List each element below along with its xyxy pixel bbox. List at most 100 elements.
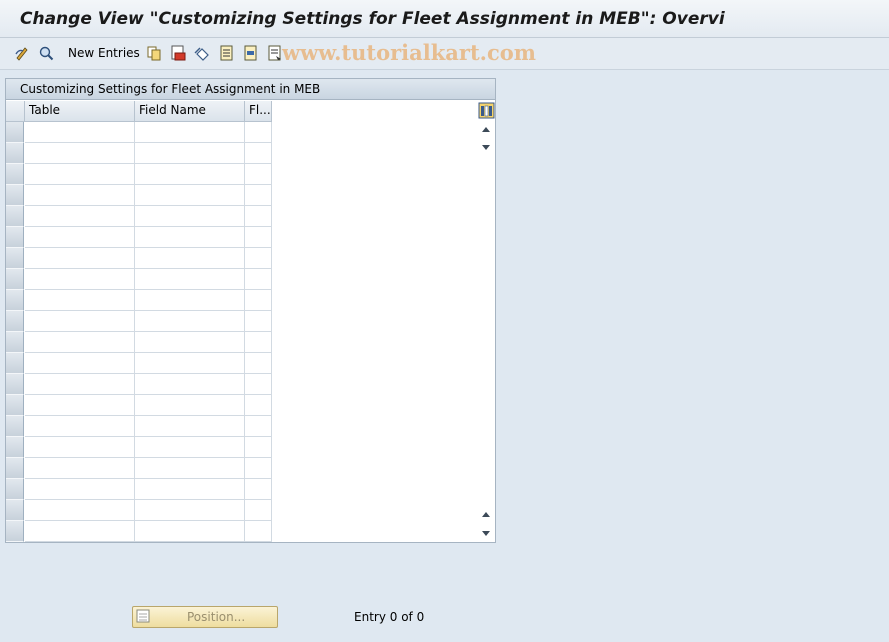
column-header-fl[interactable]: Fl... <box>245 101 272 122</box>
row-selector[interactable] <box>6 395 24 416</box>
cell-table[interactable] <box>25 185 135 206</box>
cell-table[interactable] <box>25 395 135 416</box>
cell-fl[interactable] <box>245 122 272 143</box>
cell-table[interactable] <box>25 164 135 185</box>
cell-table[interactable] <box>25 248 135 269</box>
deselect-all-icon[interactable] <box>267 45 283 61</box>
cell-table[interactable] <box>25 416 135 437</box>
row-selector[interactable] <box>6 353 24 374</box>
select-all-icon[interactable] <box>219 45 235 61</box>
cell-field-name[interactable] <box>135 374 245 395</box>
cell-fl[interactable] <box>245 416 272 437</box>
cell-fl[interactable] <box>245 290 272 311</box>
row-selector[interactable] <box>6 122 24 143</box>
position-button[interactable]: Position... <box>132 606 278 628</box>
cell-fl[interactable] <box>245 458 272 479</box>
vertical-scrollbar[interactable] <box>478 101 495 542</box>
select-all-rows-button[interactable] <box>6 101 25 122</box>
cell-fl[interactable] <box>245 395 272 416</box>
row-selector[interactable] <box>6 416 24 437</box>
cell-table[interactable] <box>25 353 135 374</box>
cell-table[interactable] <box>25 458 135 479</box>
cell-fl[interactable] <box>245 164 272 185</box>
copy-icon[interactable] <box>146 45 162 61</box>
cell-fl[interactable] <box>245 143 272 164</box>
cell-fl[interactable] <box>245 332 272 353</box>
cell-table[interactable] <box>25 332 135 353</box>
row-selector[interactable] <box>6 479 24 500</box>
cell-table[interactable] <box>25 290 135 311</box>
cell-field-name[interactable] <box>135 395 245 416</box>
cell-fl[interactable] <box>245 353 272 374</box>
column-header-table[interactable]: Table <box>25 101 135 122</box>
row-selector[interactable] <box>6 500 24 521</box>
cell-field-name[interactable] <box>135 458 245 479</box>
row-selector[interactable] <box>6 437 24 458</box>
row-selector[interactable] <box>6 521 24 542</box>
row-selector[interactable] <box>6 374 24 395</box>
cell-fl[interactable] <box>245 479 272 500</box>
select-block-icon[interactable] <box>243 45 259 61</box>
cell-field-name[interactable] <box>135 416 245 437</box>
cell-field-name[interactable] <box>135 353 245 374</box>
row-selector[interactable] <box>6 143 24 164</box>
cell-fl[interactable] <box>245 500 272 521</box>
cell-table[interactable] <box>25 521 135 542</box>
cell-table[interactable] <box>25 479 135 500</box>
where-used-icon[interactable] <box>38 45 54 61</box>
cell-table[interactable] <box>25 227 135 248</box>
row-selector[interactable] <box>6 458 24 479</box>
display-change-icon[interactable] <box>14 45 30 61</box>
scroll-page-up-icon[interactable] <box>482 512 490 517</box>
row-selector[interactable] <box>6 311 24 332</box>
row-selector[interactable] <box>6 269 24 290</box>
cell-fl[interactable] <box>245 311 272 332</box>
cell-table[interactable] <box>25 269 135 290</box>
row-selector[interactable] <box>6 164 24 185</box>
cell-table[interactable] <box>25 374 135 395</box>
row-selector[interactable] <box>6 248 24 269</box>
cell-fl[interactable] <box>245 185 272 206</box>
cell-fl[interactable] <box>245 374 272 395</box>
scroll-page-down-icon[interactable] <box>482 145 490 150</box>
cell-field-name[interactable] <box>135 479 245 500</box>
cell-fl[interactable] <box>245 227 272 248</box>
cell-fl[interactable] <box>245 521 272 542</box>
cell-field-name[interactable] <box>135 248 245 269</box>
row-selector[interactable] <box>6 290 24 311</box>
cell-fl[interactable] <box>245 206 272 227</box>
row-selector[interactable] <box>6 332 24 353</box>
column-settings-icon[interactable] <box>478 102 495 119</box>
cell-fl[interactable] <box>245 248 272 269</box>
cell-field-name[interactable] <box>135 311 245 332</box>
cell-field-name[interactable] <box>135 269 245 290</box>
cell-table[interactable] <box>25 122 135 143</box>
cell-field-name[interactable] <box>135 206 245 227</box>
scroll-up-icon[interactable] <box>482 127 490 132</box>
undo-icon[interactable] <box>194 45 210 61</box>
cell-field-name[interactable] <box>135 437 245 458</box>
cell-field-name[interactable] <box>135 143 245 164</box>
cell-table[interactable] <box>25 500 135 521</box>
row-selector[interactable] <box>6 206 24 227</box>
row-selector[interactable] <box>6 185 24 206</box>
cell-table[interactable] <box>25 437 135 458</box>
cell-field-name[interactable] <box>135 521 245 542</box>
cell-field-name[interactable] <box>135 227 245 248</box>
scroll-down-icon[interactable] <box>482 531 490 536</box>
cell-field-name[interactable] <box>135 500 245 521</box>
delete-icon[interactable] <box>170 45 186 61</box>
cell-table[interactable] <box>25 206 135 227</box>
cell-table[interactable] <box>25 143 135 164</box>
cell-field-name[interactable] <box>135 185 245 206</box>
cell-fl[interactable] <box>245 269 272 290</box>
cell-table[interactable] <box>25 311 135 332</box>
cell-field-name[interactable] <box>135 164 245 185</box>
cell-field-name[interactable] <box>135 290 245 311</box>
cell-field-name[interactable] <box>135 332 245 353</box>
row-selector[interactable] <box>6 227 24 248</box>
cell-fl[interactable] <box>245 437 272 458</box>
cell-field-name[interactable] <box>135 122 245 143</box>
column-header-field-name[interactable]: Field Name <box>135 101 245 122</box>
new-entries-button[interactable]: New Entries <box>68 46 140 60</box>
